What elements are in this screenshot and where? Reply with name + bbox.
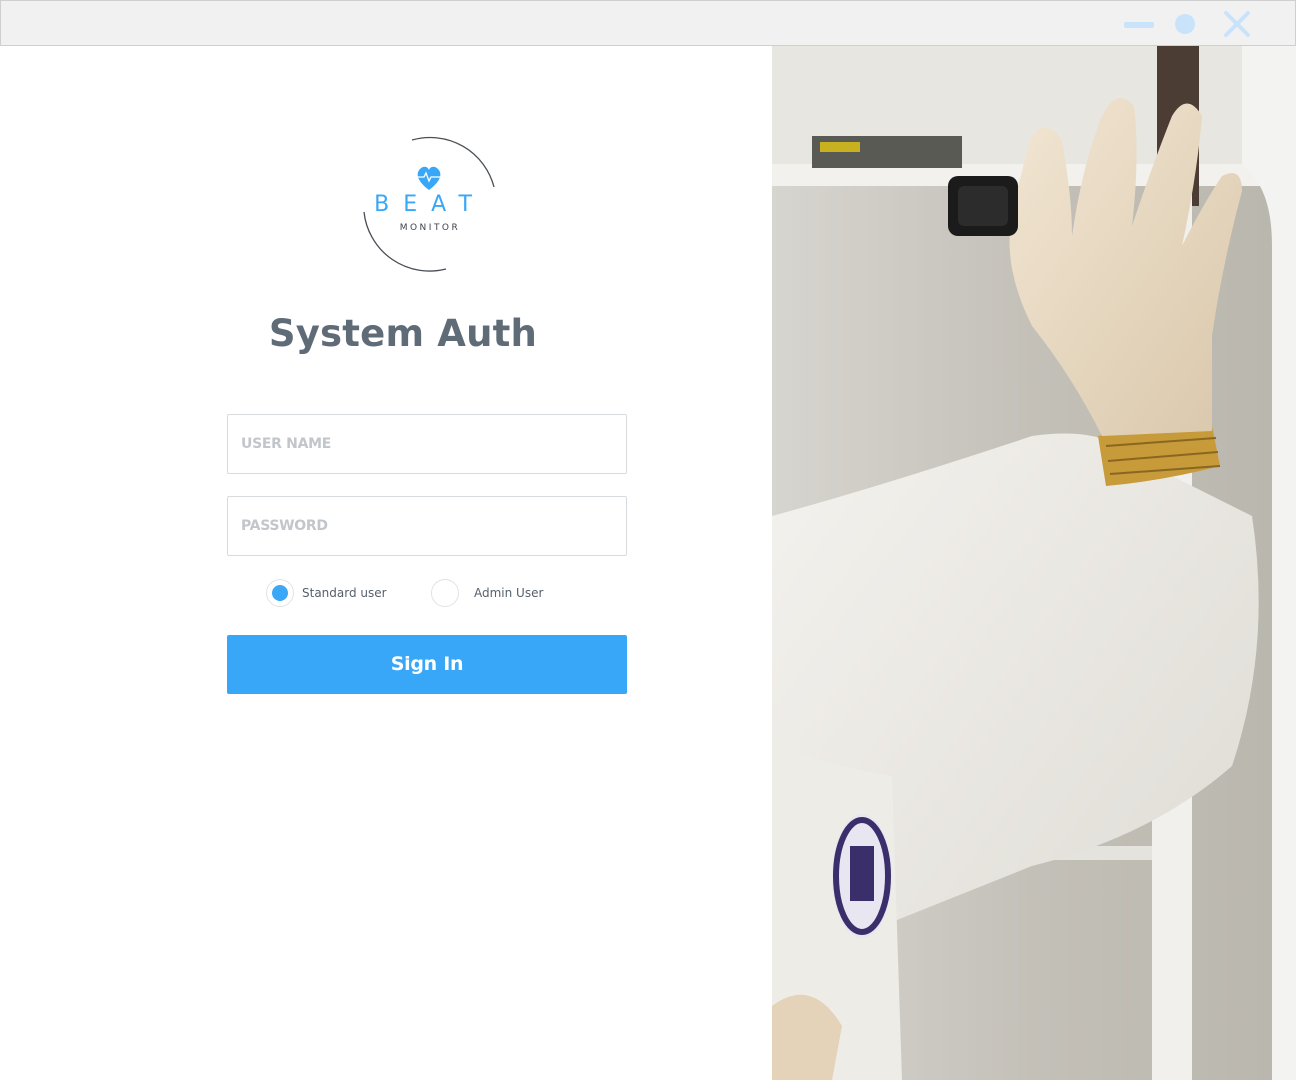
admin-user-radio[interactable]: Admin User: [431, 578, 543, 608]
radio-button-selected[interactable]: [266, 579, 294, 607]
login-panel: BEAT MONITOR System Auth Standard user A…: [0, 46, 772, 1080]
minimize-icon[interactable]: [1124, 9, 1154, 39]
maximize-icon[interactable]: [1170, 9, 1200, 39]
password-input[interactable]: [228, 497, 626, 555]
admin-user-label: Admin User: [474, 586, 544, 600]
standard-user-radio[interactable]: Standard user: [266, 578, 387, 608]
radio-button-unselected[interactable]: [431, 579, 459, 607]
page-title: System Auth: [268, 312, 538, 355]
radio-dot: [272, 585, 288, 601]
password-field[interactable]: [227, 496, 627, 556]
username-input[interactable]: [228, 415, 626, 473]
app-window: BEAT MONITOR System Auth Standard user A…: [0, 0, 1296, 1080]
sign-in-button[interactable]: Sign In: [227, 635, 627, 694]
beat-monitor-logo: BEAT MONITOR: [350, 132, 510, 278]
close-icon[interactable]: [1222, 9, 1252, 39]
username-field[interactable]: [227, 414, 627, 474]
title-bar: [0, 0, 1296, 46]
lab-photo: [772, 46, 1296, 1080]
standard-user-label: Standard user: [302, 586, 387, 600]
logo-subword: MONITOR: [400, 223, 461, 233]
logo-word: BEAT: [374, 192, 486, 217]
